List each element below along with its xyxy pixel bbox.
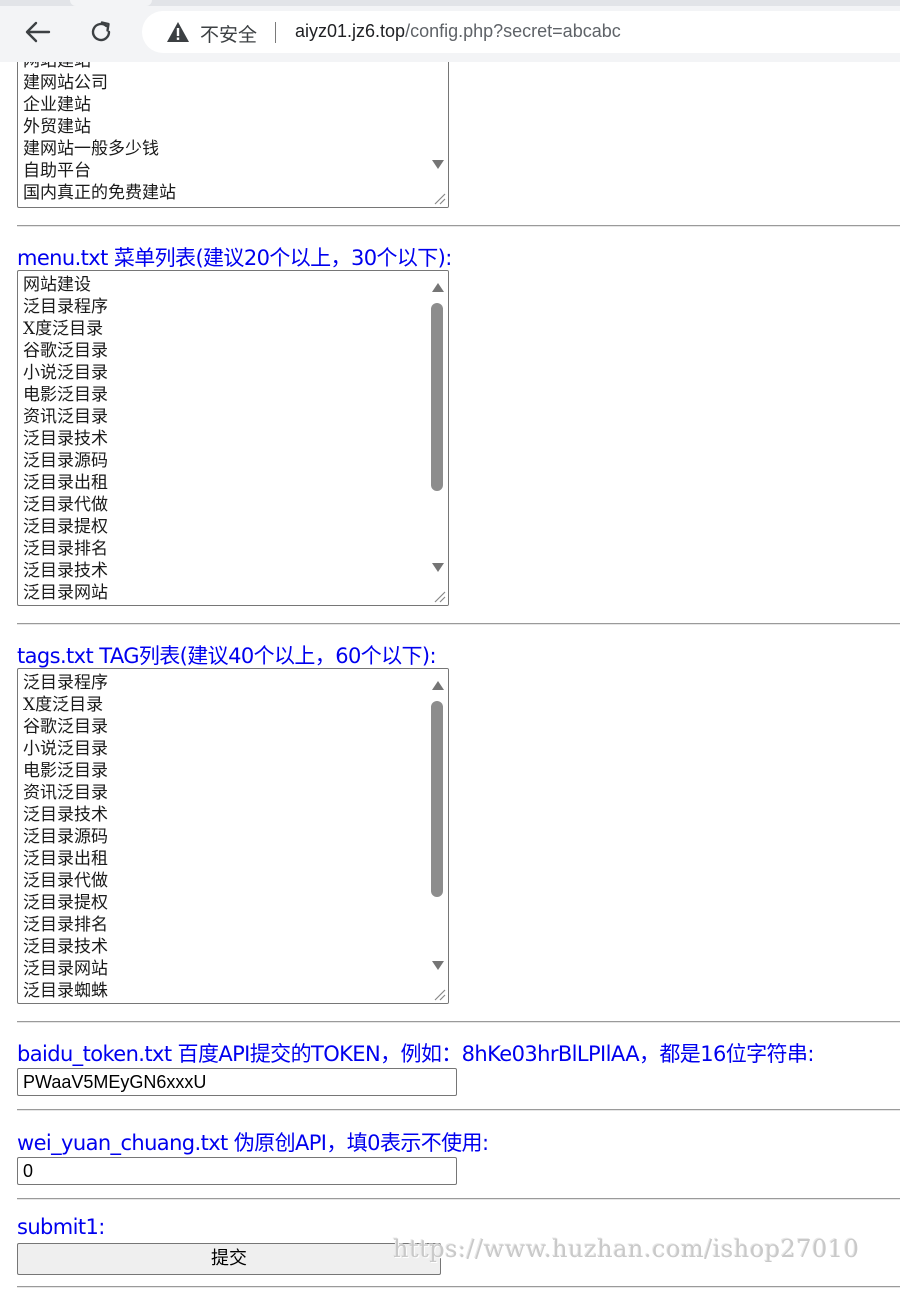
tab-strip [0,0,900,6]
reload-icon [91,21,111,42]
scrollbar-thumb[interactable] [431,303,443,491]
text-line: 泛目录代做 [23,495,108,515]
text-line: 国内真正的免费建站 [23,183,176,203]
active-tab-edge [70,0,152,6]
text-line: X度泛目录 [23,319,104,339]
text-line: 自助平台 [23,161,91,181]
divider [17,623,900,625]
text-line: 电影泛目录 [23,761,108,781]
text-line: 泛目录网站 [23,959,108,979]
text-line: 泛目录技术 [23,937,108,957]
scroll-up-arrow-icon[interactable] [432,681,444,690]
text-line: 泛目录程序 [23,297,108,317]
resize-grip-icon[interactable] [432,987,446,1001]
text-line: 泛目录排名 [23,539,108,559]
text-line: 谷歌泛目录 [23,717,108,737]
text-line: 泛目录程序 [23,673,108,693]
omnibox-divider [275,22,276,43]
scroll-down-arrow-icon[interactable] [432,160,444,169]
baidu-token-label: baidu_token.txt 百度API提交的TOKEN，例如：8hKe03h… [17,1042,814,1066]
text-line: 资讯泛目录 [23,783,108,803]
text-line: 外贸建站 [23,117,91,137]
divider [17,1198,900,1200]
submit-label: submit1: [17,1215,105,1239]
scroll-down-arrow-icon[interactable] [432,961,444,970]
baidu-token-input[interactable]: PWaaV5MEyGN6xxxU [17,1068,457,1096]
menu-label: menu.txt 菜单列表(建议20个以上，30个以下): [17,246,452,270]
browser-toolbar: 不安全 aiyz01.jz6.top/config.php?secret=abc… [0,0,900,62]
url-host: aiyz01.jz6.top [295,21,406,41]
divider [17,1021,900,1023]
text-line: 泛目录出租 [23,473,108,493]
text-line: 泛目录排名 [23,915,108,935]
scrollbar[interactable] [428,271,448,605]
config-page: 网站建站 建网站公司 企业建站 外贸建站 建网站一般多少钱 自助平台 国内真正的… [0,62,900,1292]
reload-button[interactable] [83,14,119,50]
text-line: 泛目录技术 [23,805,108,825]
divider [17,1286,900,1288]
text-line: 泛目录技术 [23,561,108,581]
text-line: 泛目录源码 [23,827,108,847]
address-bar[interactable]: 不安全 aiyz01.jz6.top/config.php?secret=abc… [142,11,900,53]
scrollbar-thumb[interactable] [431,701,443,897]
text-line: 资讯泛目录 [23,407,108,427]
text-line: 建网站一般多少钱 [23,139,159,159]
resize-grip-icon[interactable] [432,589,446,603]
scrollbar[interactable] [428,669,448,1003]
scrollbar[interactable] [428,62,448,207]
tags-label: tags.txt TAG列表(建议40个以上，60个以下): [17,644,437,668]
text-line: 小说泛目录 [23,363,108,383]
text-line: 泛目录出租 [23,849,108,869]
tags-lines: 泛目录程序 X度泛目录 谷歌泛目录 小说泛目录 电影泛目录 资讯泛目录 泛目录技… [23,672,108,1002]
text-line: 企业建站 [23,95,91,115]
divider [17,225,900,227]
divider [17,1109,900,1111]
keywords-textarea[interactable]: 网站建站 建网站公司 企业建站 外贸建站 建网站一般多少钱 自助平台 国内真正的… [17,62,449,208]
insecure-label[interactable]: 不安全 [200,20,257,47]
keywords-lines: 网站建站 建网站公司 企业建站 外贸建站 建网站一般多少钱 自助平台 国内真正的… [23,62,176,204]
text-line: 泛目录技术 [23,429,108,449]
text-line: 泛目录网站 [23,583,108,603]
menu-textarea[interactable]: 网站建设 泛目录程序 X度泛目录 谷歌泛目录 小说泛目录 电影泛目录 资讯泛目录… [17,270,449,606]
url-path: /config.php?secret=abcabc [405,21,621,41]
url-text[interactable]: aiyz01.jz6.top/config.php?secret=abcabc [295,21,621,42]
text-line: 建网站公司 [23,73,108,93]
text-line: X度泛目录 [23,695,104,715]
submit-button[interactable]: 提交 [17,1243,441,1275]
scroll-up-arrow-icon[interactable] [432,283,444,292]
back-button[interactable] [20,14,56,50]
text-line: 电影泛目录 [23,385,108,405]
wei-yuan-chuang-label: wei_yuan_chuang.txt 伪原创API，填0表示不使用: [17,1131,489,1155]
warning-icon[interactable] [166,21,190,43]
wei-yuan-chuang-input[interactable]: 0 [17,1157,457,1185]
back-arrow-icon [25,21,51,43]
text-line: 网站建站 [23,62,176,72]
resize-grip-icon[interactable] [432,191,446,205]
text-line: 泛目录提权 [23,517,108,537]
text-line: 泛目录提权 [23,893,108,913]
text-line: 谷歌泛目录 [23,341,108,361]
tags-textarea[interactable]: 泛目录程序 X度泛目录 谷歌泛目录 小说泛目录 电影泛目录 资讯泛目录 泛目录技… [17,668,449,1004]
text-line: 小说泛目录 [23,739,108,759]
text-line: 泛目录蜘蛛 [23,981,108,1001]
text-line: 网站建设 [23,275,91,295]
scroll-down-arrow-icon[interactable] [432,563,444,572]
text-line: 泛目录代做 [23,871,108,891]
menu-lines: 网站建设 泛目录程序 X度泛目录 谷歌泛目录 小说泛目录 电影泛目录 资讯泛目录… [23,274,108,604]
watermark-text: https://www.huzhan.com/ishop27010 [393,1235,860,1263]
text-line: 泛目录源码 [23,451,108,471]
